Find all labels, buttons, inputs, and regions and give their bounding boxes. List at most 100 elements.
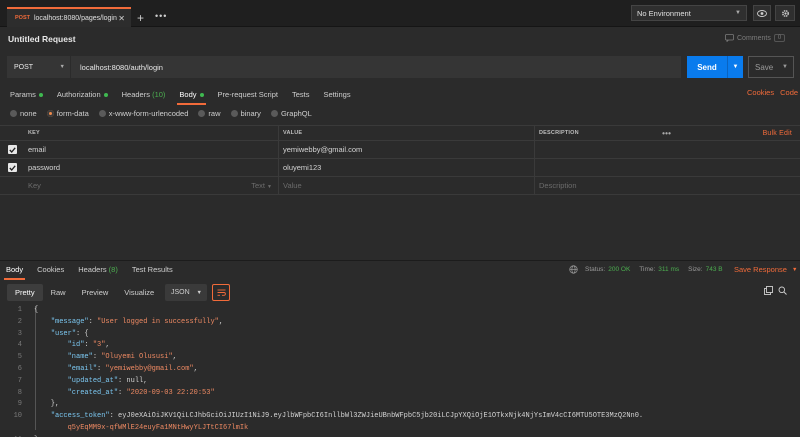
line-number: 2 bbox=[17, 317, 22, 326]
view-preview[interactable]: Preview bbox=[74, 284, 117, 301]
send-button[interactable]: Send ▼ bbox=[687, 56, 743, 78]
row-checkbox[interactable] bbox=[7, 163, 17, 172]
type-label: Text bbox=[251, 181, 265, 190]
comments-button[interactable]: Comments 0 bbox=[725, 34, 786, 42]
pane-divider[interactable] bbox=[0, 260, 800, 261]
table-row-new: Key Text ▼ Value Description bbox=[0, 177, 800, 195]
body-type-urlencoded[interactable]: x-www-form-urlencoded bbox=[98, 109, 189, 118]
close-icon[interactable]: ✕ bbox=[118, 14, 125, 23]
environment-quick-look-button[interactable] bbox=[753, 5, 771, 21]
environment-settings-button[interactable] bbox=[775, 5, 795, 21]
code-text: }, bbox=[34, 400, 60, 409]
more-tabs-icon[interactable]: ••• bbox=[155, 11, 167, 21]
bulk-edit-link[interactable]: Bulk Edit bbox=[763, 130, 792, 137]
plus-icon[interactable]: + bbox=[137, 11, 144, 25]
body-type-graphql[interactable]: GraphQL bbox=[270, 109, 312, 118]
table-header: KEY VALUE DESCRIPTION ••• Bulk Edit bbox=[0, 125, 800, 141]
search-icon[interactable] bbox=[778, 286, 787, 295]
key-placeholder: Key bbox=[28, 181, 41, 190]
key-input[interactable]: Key Text ▼ bbox=[24, 177, 279, 194]
comments-count: 0 bbox=[773, 34, 786, 42]
code-line: 10 "access_token": eyJ0eXAiOiJKV1QiLCJhb… bbox=[0, 411, 800, 423]
response-body-code[interactable]: 1{2 "message": "User logged in successfu… bbox=[0, 305, 800, 437]
row-checkbox[interactable] bbox=[7, 145, 17, 154]
option-label: form-data bbox=[56, 109, 89, 118]
value-cell[interactable]: yemiwebby@gmail.com bbox=[279, 141, 535, 158]
value-input[interactable]: Value bbox=[279, 177, 535, 194]
body-type-binary[interactable]: binary bbox=[230, 109, 261, 118]
view-pretty[interactable]: Pretty bbox=[7, 284, 43, 301]
response-tab-test-results[interactable]: Test Results bbox=[132, 265, 173, 274]
tab-pre-request-script[interactable]: Pre-request Script bbox=[218, 90, 278, 99]
cookies-link[interactable]: Cookies bbox=[747, 88, 774, 97]
more-options-icon[interactable]: ••• bbox=[662, 129, 671, 138]
tab-label: Authorization bbox=[56, 89, 101, 99]
line-number: 9 bbox=[17, 400, 22, 409]
url-value: localhost:8080/auth/login bbox=[80, 62, 163, 72]
tab-settings[interactable]: Settings bbox=[324, 90, 351, 99]
code-text: "email": "yemiwebby@gmail.com", bbox=[67, 364, 198, 373]
view-raw[interactable]: Raw bbox=[43, 284, 74, 301]
value-cell[interactable]: oluyemi123 bbox=[279, 159, 535, 176]
option-label: x-www-form-urlencoded bbox=[108, 109, 189, 118]
tab-label: Headers bbox=[78, 265, 107, 274]
format-select[interactable]: JSON ▼ bbox=[165, 284, 207, 301]
chevron-down-icon[interactable]: ▼ bbox=[727, 56, 743, 78]
description-cell[interactable] bbox=[535, 141, 800, 158]
body-type-none[interactable]: none bbox=[10, 109, 37, 118]
code-line: 1{ bbox=[0, 305, 800, 317]
response-tab-body[interactable]: Body bbox=[3, 265, 26, 280]
tab-tests[interactable]: Tests bbox=[292, 90, 310, 99]
key-cell[interactable]: password bbox=[24, 159, 279, 176]
chevron-down-icon[interactable]: ▼ bbox=[782, 64, 788, 70]
tab-body[interactable]: Body bbox=[177, 90, 206, 105]
save-response-button[interactable]: Save Response ▼ bbox=[734, 265, 797, 274]
line-number: 8 bbox=[17, 388, 22, 397]
radio-selected-icon bbox=[46, 110, 54, 117]
key-cell[interactable]: email bbox=[24, 141, 279, 158]
tab-count: (10) bbox=[152, 89, 166, 99]
wrap-lines-button[interactable] bbox=[212, 284, 230, 301]
environment-select[interactable]: No Environment ▼ bbox=[631, 5, 747, 21]
copy-icon[interactable] bbox=[764, 286, 773, 295]
save-button[interactable]: Save ▼ bbox=[748, 56, 794, 78]
tab-headers[interactable]: Headers (10) bbox=[122, 90, 166, 99]
view-visualize[interactable]: Visualize bbox=[116, 284, 162, 301]
line-number: 5 bbox=[17, 353, 22, 362]
response-tab-cookies[interactable]: Cookies bbox=[37, 265, 64, 274]
tab-authorization[interactable]: Authorization bbox=[57, 90, 108, 99]
method-select[interactable]: POST ▼ bbox=[7, 56, 70, 78]
code-line: 2 "message": "User logged in successfull… bbox=[0, 317, 800, 329]
tab-method: POST bbox=[15, 15, 30, 21]
code-line: 7 "updated_at": null, bbox=[0, 376, 800, 388]
tab-params[interactable]: Params bbox=[10, 90, 43, 99]
tab-label: Tests bbox=[291, 89, 310, 99]
code-link[interactable]: Code bbox=[780, 88, 798, 97]
option-label: GraphQL bbox=[280, 109, 312, 118]
type-select[interactable]: Text ▼ bbox=[251, 181, 272, 190]
code-line: 8 "created_at": "2020-09-03 22:20:53" bbox=[0, 388, 800, 400]
code-line: 9 }, bbox=[0, 399, 800, 411]
body-type-options: none form-data x-www-form-urlencoded raw… bbox=[10, 109, 322, 118]
size-label: Size: bbox=[688, 266, 703, 273]
wrap-icon bbox=[217, 289, 226, 296]
description-cell[interactable] bbox=[535, 159, 800, 176]
description-placeholder: Description bbox=[539, 181, 577, 190]
response-tab-headers[interactable]: Headers (8) bbox=[78, 265, 118, 274]
request-tab[interactable]: POST localhost:8080/pages/login ✕ bbox=[7, 7, 131, 27]
comments-label: Comments bbox=[737, 34, 771, 42]
tab-label: Params bbox=[10, 89, 36, 99]
tab-url: localhost:8080/pages/login bbox=[33, 14, 117, 22]
option-label: none bbox=[20, 109, 37, 118]
value-placeholder: Value bbox=[283, 181, 302, 190]
body-type-form-data[interactable]: form-data bbox=[46, 109, 89, 118]
description-input[interactable]: Description bbox=[535, 177, 800, 194]
chevron-down-icon: ▼ bbox=[59, 64, 65, 70]
body-type-raw[interactable]: raw bbox=[198, 109, 221, 118]
tab-label: Pre-request Script bbox=[217, 89, 278, 99]
eye-icon bbox=[757, 9, 767, 17]
tab-count: (8) bbox=[108, 265, 118, 274]
request-title[interactable]: Untitled Request bbox=[8, 34, 76, 44]
url-input[interactable]: localhost:8080/auth/login bbox=[70, 56, 681, 78]
form-data-table: KEY VALUE DESCRIPTION ••• Bulk Edit emai… bbox=[0, 125, 800, 195]
